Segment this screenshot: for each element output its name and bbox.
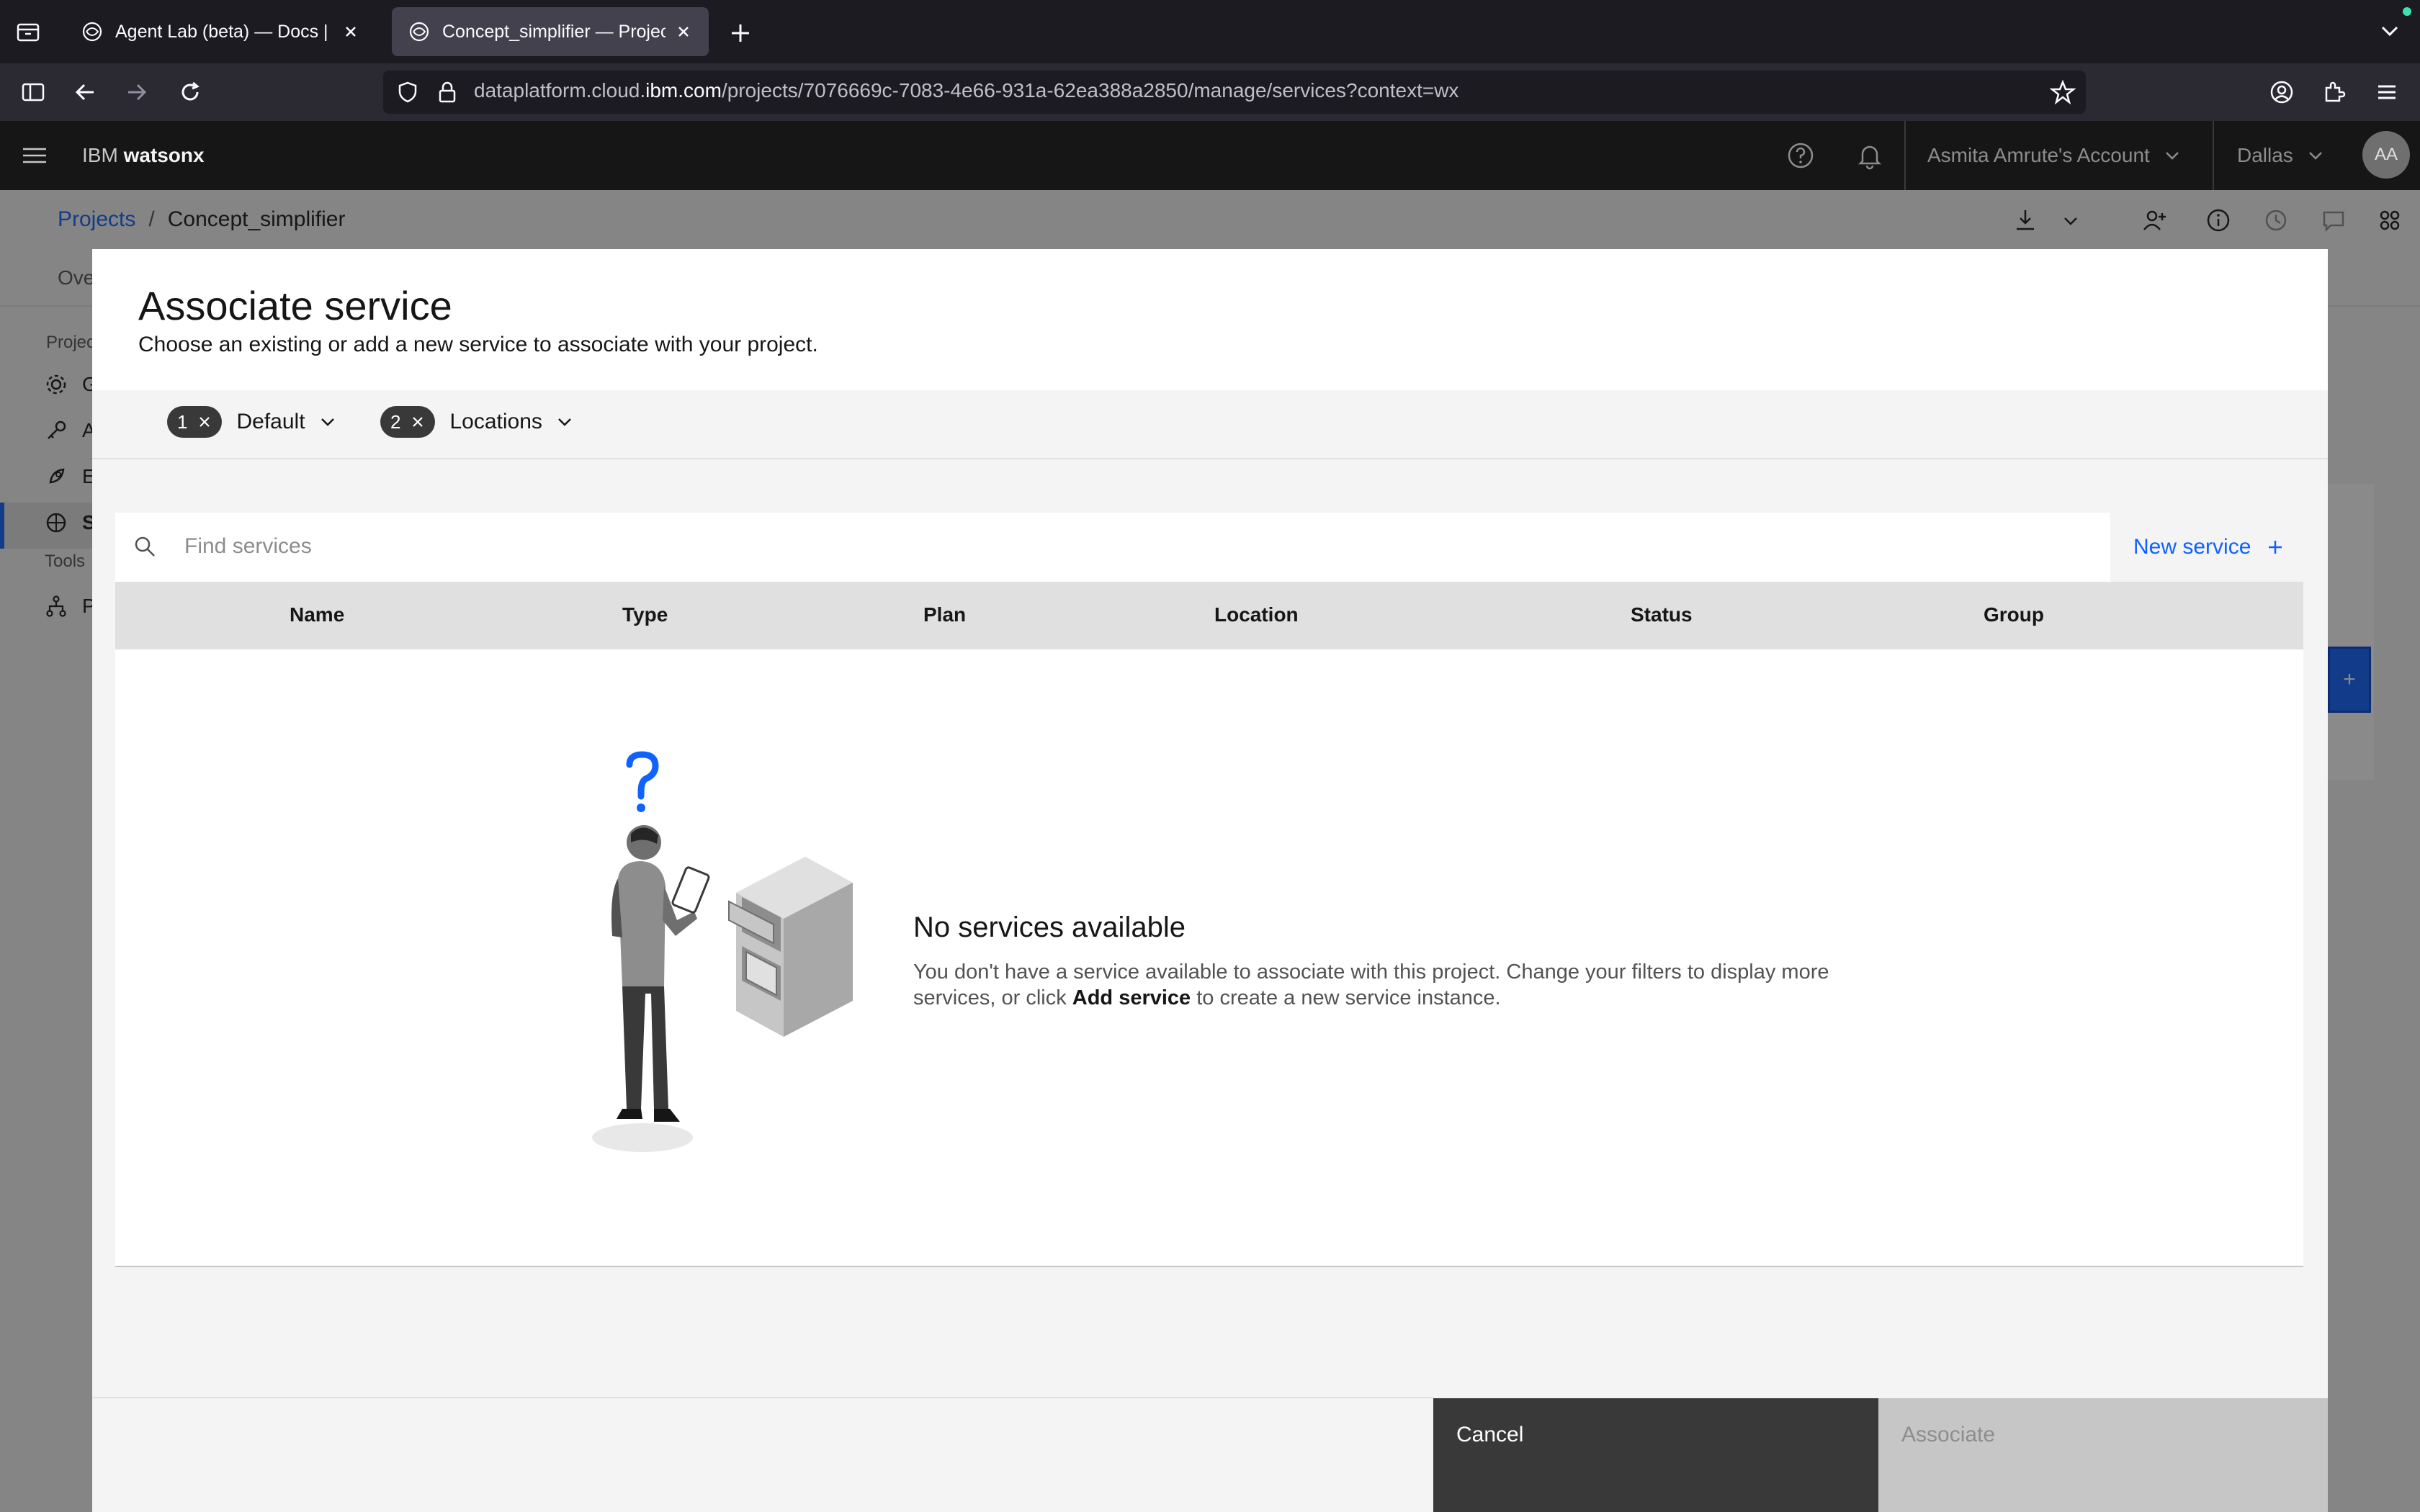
back-arrow-icon[interactable]	[72, 79, 98, 105]
column-header-location[interactable]: Location	[1214, 603, 1299, 626]
column-header-type[interactable]: Type	[622, 603, 668, 626]
empty-state-illustration	[585, 749, 902, 1159]
account-name: Asmita Amrute's Account	[1927, 144, 2150, 166]
avatar[interactable]: AA	[2362, 131, 2410, 179]
cancel-button[interactable]: Cancel	[1433, 1398, 1878, 1512]
filter-dropdown[interactable]: Default	[236, 410, 336, 434]
new-service-button[interactable]: New service	[2110, 513, 2303, 582]
column-header-name[interactable]: Name	[290, 603, 344, 626]
close-icon	[200, 417, 210, 427]
chevron-down-icon	[2308, 152, 2322, 160]
tracking-shield-icon[interactable]	[396, 81, 419, 104]
tab-title: Concept_simplifier — Projects | IBM wats…	[442, 21, 666, 42]
modal-subtitle: Choose an existing or add a new service …	[138, 333, 818, 356]
close-tab-icon[interactable]	[674, 22, 693, 41]
column-header-plan[interactable]: Plan	[923, 603, 966, 626]
add-icon	[2269, 541, 2282, 554]
close-tab-icon[interactable]	[341, 22, 360, 41]
sidebar-toggle-icon[interactable]	[20, 79, 46, 105]
reload-icon[interactable]	[177, 79, 203, 105]
bookmark-star-icon[interactable]	[2050, 79, 2076, 105]
filter-default[interactable]: 1 Default	[167, 406, 337, 438]
table-body-empty	[115, 649, 2303, 1267]
notification-bell-icon[interactable]	[1855, 141, 1884, 170]
empty-state-text: You don't have a service available to as…	[913, 960, 1829, 1009]
chevron-down-icon	[321, 418, 334, 426]
account-switcher[interactable]: Asmita Amrute's Account	[1927, 144, 2182, 167]
status-dot	[2403, 7, 2411, 16]
region-name: Dallas	[2237, 144, 2293, 166]
filter-locations[interactable]: 2 Locations	[380, 406, 574, 438]
close-icon	[413, 417, 424, 427]
search-input[interactable]	[115, 513, 2110, 582]
region-switcher[interactable]: Dallas	[2237, 144, 2325, 167]
lock-icon[interactable]	[436, 81, 458, 104]
browser-tab-concept-simplifier[interactable]: Concept_simplifier — Projects | IBM wats…	[392, 7, 709, 56]
account-container-icon[interactable]	[2269, 79, 2295, 105]
watsonx-favicon-icon	[81, 20, 104, 43]
search-icon	[133, 534, 157, 559]
forward-arrow-icon[interactable]	[124, 79, 150, 105]
tab-overview-icon[interactable]	[16, 20, 40, 43]
tab-title: Agent Lab (beta) — Docs | IBM watsonx	[115, 21, 333, 42]
header-divider	[1904, 121, 1906, 190]
modal-title: Associate service	[138, 283, 452, 328]
header-divider	[2213, 121, 2214, 190]
tab-list-chevron-icon[interactable]	[2377, 20, 2403, 42]
column-header-status[interactable]: Status	[1631, 603, 1693, 626]
hamburger-menu-icon[interactable]	[20, 143, 49, 168]
filter-count-tag[interactable]: 1	[167, 406, 223, 438]
add-service-emphasis: Add service	[1072, 986, 1191, 1009]
filter-count-tag[interactable]: 2	[380, 406, 436, 438]
app-menu-icon[interactable]	[2374, 79, 2400, 105]
chevron-down-icon	[558, 418, 571, 426]
footer-divider	[92, 1397, 1433, 1398]
extensions-icon[interactable]	[2321, 79, 2347, 105]
url-text[interactable]: dataplatform.cloud.ibm.com/projects/7076…	[474, 79, 1458, 102]
empty-state-title: No services available	[913, 912, 1186, 943]
search-placeholder[interactable]: Find services	[184, 534, 312, 559]
table-header	[115, 582, 2303, 649]
product-name[interactable]: IBM watsonx	[82, 144, 205, 167]
column-header-group[interactable]: Group	[1984, 603, 2044, 626]
new-tab-icon[interactable]	[727, 20, 753, 46]
filter-dropdown[interactable]: Locations	[449, 410, 573, 434]
chevron-down-icon	[2165, 152, 2179, 160]
watsonx-favicon-icon	[408, 20, 431, 43]
associate-button[interactable]: Associate	[1878, 1398, 2328, 1512]
browser-tab-agent-lab[interactable]: Agent Lab (beta) — Docs | IBM watsonx	[65, 7, 376, 56]
help-icon[interactable]	[1786, 141, 1815, 170]
